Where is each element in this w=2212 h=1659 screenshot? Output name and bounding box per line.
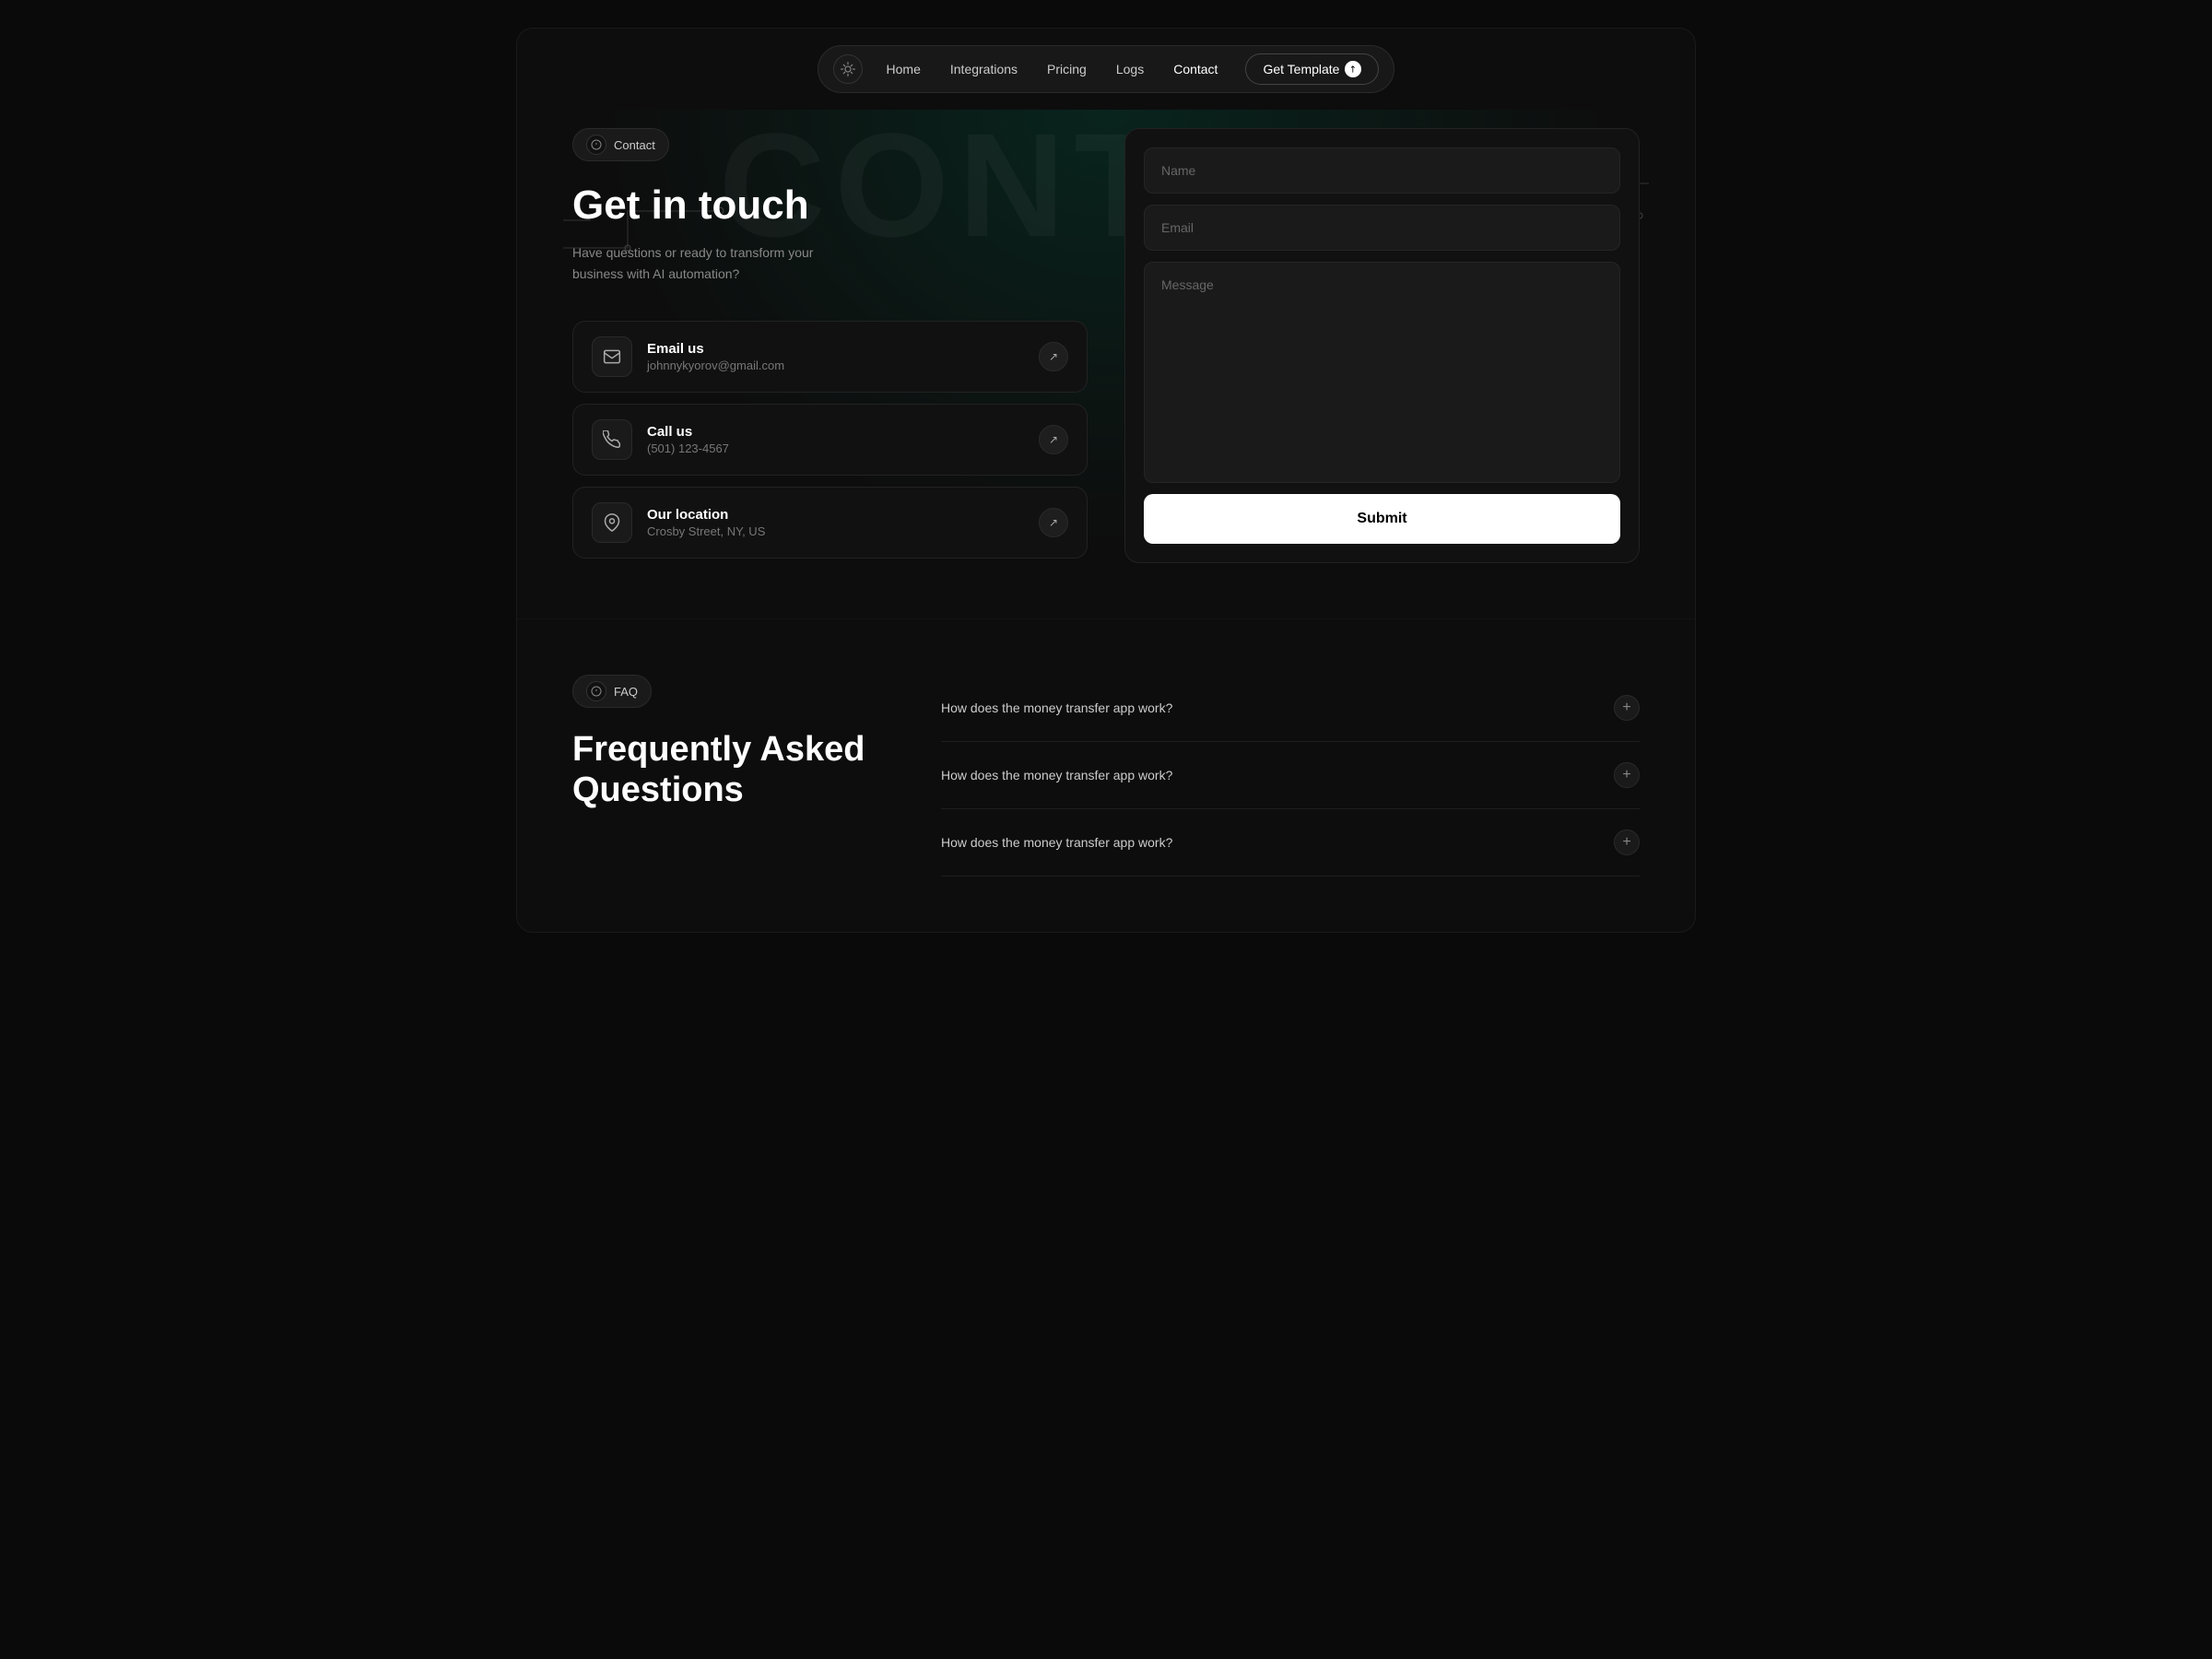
email-card-title: Email us bbox=[647, 341, 1024, 357]
section-description: Have questions or ready to transform you… bbox=[572, 242, 830, 284]
badge-icon bbox=[586, 135, 606, 155]
phone-card: Call us (501) 123-4567 ↗ bbox=[572, 404, 1088, 476]
hero-section: CONTACT bbox=[517, 110, 1695, 618]
get-template-button[interactable]: Get Template ↗ bbox=[1245, 53, 1379, 85]
faq-expand-3[interactable]: + bbox=[1614, 830, 1640, 855]
email-icon-wrap bbox=[592, 336, 632, 377]
nav-links: Home Integrations Pricing Logs Contact bbox=[874, 56, 1231, 82]
faq-badge: FAQ bbox=[572, 675, 652, 708]
nav-logo bbox=[833, 54, 863, 84]
email-icon bbox=[603, 347, 621, 366]
left-panel: Contact Get in touch Have questions or r… bbox=[572, 128, 1088, 559]
faq-title: Frequently Asked Questions bbox=[572, 730, 886, 810]
arrow-icon: ↗ bbox=[1345, 61, 1361, 77]
email-card-arrow[interactable]: ↗ bbox=[1039, 342, 1068, 371]
email-input[interactable] bbox=[1144, 205, 1620, 251]
nav-link-home[interactable]: Home bbox=[874, 56, 934, 82]
faq-question-1: How does the money transfer app work? bbox=[941, 700, 1172, 715]
contact-badge-label: Contact bbox=[614, 138, 655, 152]
phone-icon-wrap bbox=[592, 419, 632, 460]
message-textarea[interactable] bbox=[1144, 262, 1620, 483]
faq-list: How does the money transfer app work? + … bbox=[941, 675, 1640, 877]
section-title: Get in touch bbox=[572, 183, 1088, 228]
email-card: Email us johnnykyorov@gmail.com ↗ bbox=[572, 321, 1088, 393]
nav-link-logs[interactable]: Logs bbox=[1103, 56, 1157, 82]
faq-section: FAQ Frequently Asked Questions How does … bbox=[517, 618, 1695, 932]
browser-window: Home Integrations Pricing Logs Contact G… bbox=[516, 28, 1696, 933]
nav-link-contact[interactable]: Contact bbox=[1160, 56, 1230, 82]
name-input[interactable] bbox=[1144, 147, 1620, 194]
faq-item[interactable]: How does the money transfer app work? + bbox=[941, 742, 1640, 809]
location-card-title: Our location bbox=[647, 507, 1024, 523]
faq-question-2: How does the money transfer app work? bbox=[941, 768, 1172, 782]
faq-badge-label: FAQ bbox=[614, 685, 638, 699]
navbar: Home Integrations Pricing Logs Contact G… bbox=[517, 29, 1695, 110]
main-content: Contact Get in touch Have questions or r… bbox=[572, 110, 1640, 563]
faq-badge-icon bbox=[586, 681, 606, 701]
nav-inner: Home Integrations Pricing Logs Contact G… bbox=[818, 45, 1395, 93]
phone-icon bbox=[603, 430, 621, 449]
submit-button[interactable]: Submit bbox=[1144, 494, 1620, 544]
faq-item[interactable]: How does the money transfer app work? + bbox=[941, 809, 1640, 877]
faq-question-3: How does the money transfer app work? bbox=[941, 835, 1172, 850]
location-card-text: Our location Crosby Street, NY, US bbox=[647, 507, 1024, 538]
faq-expand-2[interactable]: + bbox=[1614, 762, 1640, 788]
email-card-text: Email us johnnykyorov@gmail.com bbox=[647, 341, 1024, 372]
phone-card-subtitle: (501) 123-4567 bbox=[647, 441, 1024, 455]
contact-form: Submit bbox=[1124, 128, 1640, 563]
location-card-arrow[interactable]: ↗ bbox=[1039, 508, 1068, 537]
nav-link-pricing[interactable]: Pricing bbox=[1034, 56, 1100, 82]
location-icon-wrap bbox=[592, 502, 632, 543]
nav-link-integrations[interactable]: Integrations bbox=[937, 56, 1030, 82]
location-icon bbox=[603, 513, 621, 532]
location-card-subtitle: Crosby Street, NY, US bbox=[647, 524, 1024, 538]
faq-expand-1[interactable]: + bbox=[1614, 695, 1640, 721]
logo-icon bbox=[840, 61, 856, 77]
phone-card-title: Call us bbox=[647, 424, 1024, 440]
phone-card-text: Call us (501) 123-4567 bbox=[647, 424, 1024, 455]
phone-card-arrow[interactable]: ↗ bbox=[1039, 425, 1068, 454]
location-card: Our location Crosby Street, NY, US ↗ bbox=[572, 487, 1088, 559]
faq-item[interactable]: How does the money transfer app work? + bbox=[941, 675, 1640, 742]
contact-badge: Contact bbox=[572, 128, 669, 161]
contact-cards: Email us johnnykyorov@gmail.com ↗ bbox=[572, 321, 1088, 559]
faq-left: FAQ Frequently Asked Questions bbox=[572, 675, 886, 810]
email-card-subtitle: johnnykyorov@gmail.com bbox=[647, 359, 1024, 372]
right-panel: Submit bbox=[1124, 128, 1640, 563]
